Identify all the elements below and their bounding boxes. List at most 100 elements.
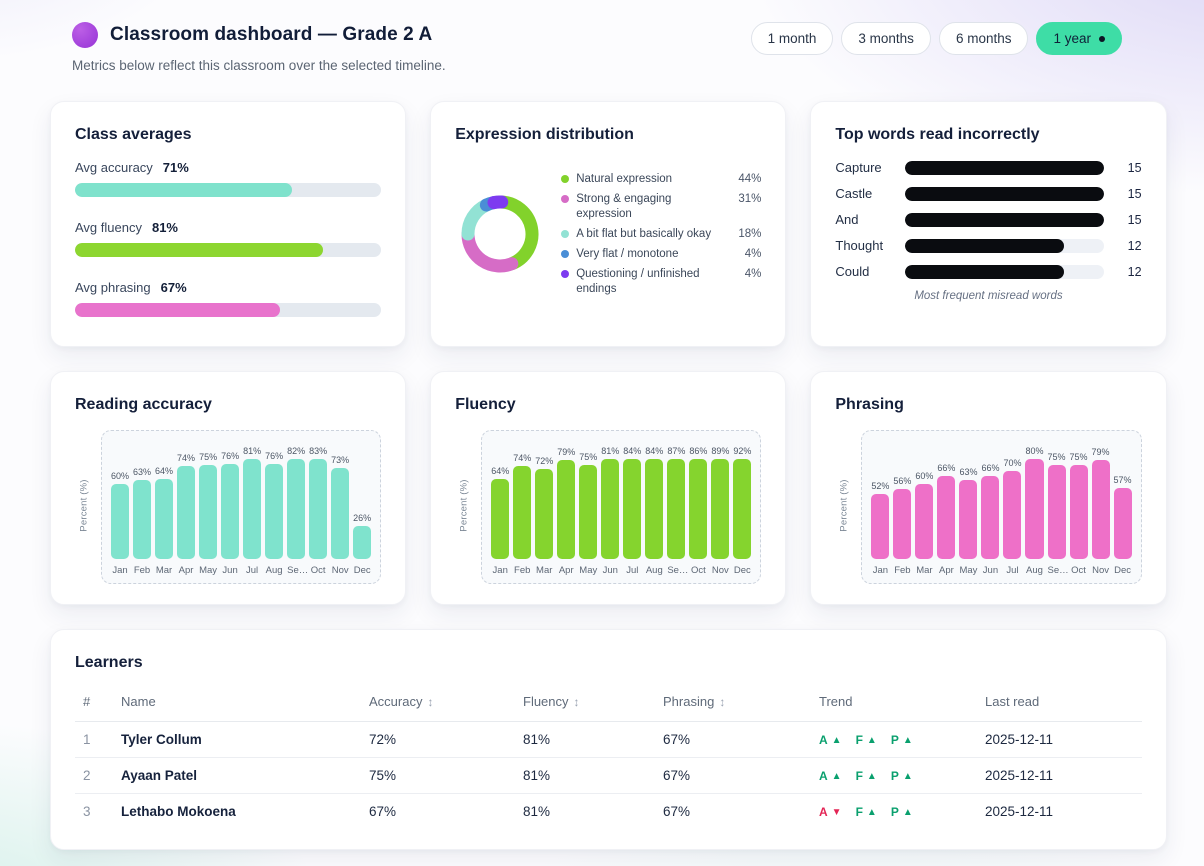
metric-value: 71% [162, 160, 189, 175]
classroom-dashboard-page: Classroom dashboard — Grade 2 A Metrics … [0, 0, 1204, 850]
expression-distribution-card: Expression distribution Natural expressi… [430, 101, 787, 347]
trend-p-up: P ▲ [891, 733, 913, 747]
bar [199, 465, 218, 559]
column-header-fluency[interactable]: Fluency ↕ [515, 688, 655, 722]
bar-value-label: 64% [491, 466, 510, 476]
metric-progress-fill [75, 183, 293, 197]
cell-trend: A ▲ F ▲ P ▲ [811, 757, 977, 794]
timeline-pill-1-year[interactable]: 1 year [1036, 22, 1122, 55]
trend-up-icon: ▲ [866, 806, 877, 818]
metric-progress-fill [75, 303, 281, 317]
sort-icon[interactable]: ↕ [427, 695, 433, 709]
timeline-pill-1-month[interactable]: 1 month [750, 22, 834, 55]
bar-column: 73% [331, 441, 350, 559]
x-axis-tick: Aug [1026, 565, 1043, 576]
bar [937, 476, 956, 559]
x-axis-tick: Apr [178, 565, 194, 576]
donut-slice [487, 195, 509, 210]
word-bar-fill [905, 160, 1104, 175]
bar-column: 76% [265, 441, 284, 559]
cell-accuracy: 72% [361, 721, 515, 758]
bar [287, 459, 306, 559]
top-words-title: Top words read incorrectly [835, 126, 1040, 143]
bar-value-label: 86% [689, 446, 708, 456]
phrasing-title: Phrasing [835, 396, 904, 413]
bar-column: 26% [353, 441, 372, 559]
bar-column: 75% [1069, 441, 1088, 559]
bar [915, 484, 934, 559]
bar [353, 526, 372, 559]
x-axis-tick: Jul [246, 565, 259, 576]
bar [265, 464, 284, 559]
trend-letter: F [855, 805, 863, 819]
sort-icon[interactable]: ↕ [719, 695, 725, 709]
cell-trend: A ▼ F ▲ P ▲ [811, 794, 977, 830]
bar-value-label: 66% [981, 463, 1000, 473]
bar [1003, 471, 1022, 559]
x-axis-tick: Feb [894, 565, 911, 576]
metric-head: Avg phrasing 67% [75, 280, 381, 295]
trend-letter: P [890, 769, 899, 783]
legend-label: Questioning / unfinished endings [576, 267, 700, 295]
column-header-phrasing[interactable]: Phrasing ↕ [655, 688, 811, 722]
x-axis-tick: Mar [916, 565, 933, 576]
legend-value: 4% [744, 247, 762, 260]
timeline-pill-6-months[interactable]: 6 months [938, 22, 1029, 55]
trend-a-up: A ▲ [819, 733, 842, 747]
bar-column: 92% [733, 441, 752, 559]
cell-row-number: 3 [83, 804, 91, 819]
legend-item: Natural expression 44% [561, 172, 761, 187]
cell-phrasing: 67% [655, 721, 811, 758]
cell-fluency: 81% [515, 721, 655, 758]
cell-phrasing: 67% [655, 757, 811, 794]
word-bar-fill [905, 212, 1104, 227]
trend-p-up: P ▲ [891, 805, 913, 819]
x-axis-tick: Oct [690, 565, 706, 576]
column-header-accuracy[interactable]: Accuracy ↕ [361, 688, 515, 722]
cell-learner-name: Tyler Collum [113, 721, 361, 758]
fluency-card: Fluency Percent (%) 64% 74% 72% 79% 75% 81% 84%… [430, 371, 787, 605]
word-bar-track [905, 238, 1104, 253]
bar-value-label: 75% [199, 452, 218, 462]
cell-fluency: 81% [515, 757, 655, 794]
word-row: And 15 [835, 212, 1141, 227]
reading-accuracy-title: Reading accuracy [75, 396, 212, 413]
bar-value-label: 75% [1047, 452, 1066, 462]
column-header-label: Name [121, 694, 156, 709]
timeline-pill-3-months[interactable]: 3 months [841, 22, 931, 55]
x-axis-tick: Jun [602, 565, 618, 576]
cell-row-number: 1 [75, 721, 113, 758]
bar [623, 459, 642, 559]
x-axis-tick: Feb [514, 565, 531, 576]
learners-title: Learners [75, 654, 143, 671]
reading-accuracy-chart: Percent (%) 60% 63% 64% 74% 75% 76% 81% 76% 82% 83… [79, 430, 382, 584]
cell-trend: A ▲ F ▲ P ▲ [811, 721, 977, 758]
column-header-label: Last read [985, 694, 1040, 709]
sort-icon[interactable]: ↕ [574, 695, 580, 709]
table-row: 3 Lethabo Mokoena 67% 81% 67% A ▼ F ▲ P ▲ 2025-12-1… [75, 794, 1142, 830]
metric-value: 67% [160, 280, 187, 295]
x-axis-tick: Mar [155, 565, 173, 576]
bar [111, 484, 130, 559]
trend-f-up: F ▲ [856, 769, 877, 783]
legend-dot [561, 269, 570, 278]
column-header-label: Accuracy [369, 694, 423, 709]
bar-column: 75% [1047, 441, 1066, 559]
x-axis-tick: Nov [1092, 565, 1109, 576]
cell-phrasing: 67% [663, 804, 691, 819]
legend-dot [561, 194, 570, 203]
word-bar-fill [905, 238, 1064, 253]
bar-column: 82% [287, 441, 306, 559]
bar [1047, 465, 1066, 559]
top-words-card: Top words read incorrectly Capture 15 Cast… [810, 101, 1167, 347]
bar-column: 84% [645, 441, 664, 559]
bar-column: 60% [111, 441, 130, 559]
trend-letter: A [819, 733, 828, 747]
bar-column: 81% [243, 441, 262, 559]
trend-up-icon: ▲ [866, 734, 877, 746]
cell-fluency: 81% [523, 804, 551, 819]
bar-value-label: 66% [937, 463, 956, 473]
bar-column: 83% [309, 441, 328, 559]
column-header-label: Phrasing [663, 694, 715, 709]
cell-learner-name: Ayaan Patel [113, 757, 361, 794]
